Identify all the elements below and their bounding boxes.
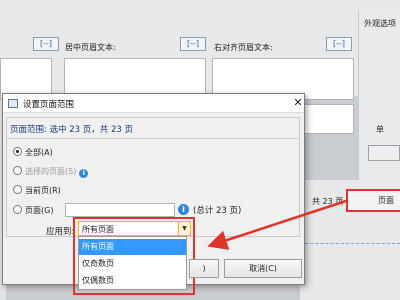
dialog-window-icon (8, 99, 18, 108)
pages-count-text: 共 23 页 (312, 197, 344, 206)
radio-button[interactable] (13, 147, 22, 156)
radio-selected-label: 选择的页面(S) (25, 167, 77, 176)
center-format-button[interactable]: [--] (180, 37, 206, 51)
radio-current-label: 当前页(R) (25, 186, 61, 195)
radio-pages-label: 页面(G) (25, 206, 54, 215)
right-header-label: 右对齐页眉文本: (214, 43, 273, 52)
right-format-button[interactable]: [--] (326, 37, 352, 51)
dashed-divider (300, 243, 400, 244)
dialog-title: 设置页面范围 (23, 100, 75, 110)
apply-to-label: 应用到: (46, 227, 75, 237)
pages-input[interactable] (65, 203, 175, 217)
ok-button[interactable]: ) (189, 259, 219, 278)
radio-button[interactable] (13, 205, 22, 214)
center-header-label: 居中页眉文本: (65, 43, 116, 52)
radio-pages[interactable]: 页面(G) (13, 205, 53, 216)
info-icon: i (79, 169, 89, 178)
radio-selected-pages: 选择的页面(S) i (13, 166, 89, 178)
radio-button (13, 166, 22, 175)
appearance-title: 外观选项 (364, 19, 396, 28)
page-range-summary: 页面范围: 选中 23 页，共 23 页 (10, 125, 134, 135)
appearance-label: 单 (376, 125, 384, 134)
info-icon: i (178, 204, 189, 215)
dialog-titlebar: 设置页面范围 ✕ (3, 94, 304, 113)
total-pages-text: (总计 23 页) (193, 206, 242, 216)
left-format-button[interactable]: [--] (33, 37, 59, 51)
cancel-button[interactable]: 取消(C) (224, 259, 302, 278)
radio-all-label: 全部(A) (25, 148, 53, 157)
appearance-button[interactable] (368, 145, 400, 161)
close-icon[interactable]: ✕ (292, 96, 304, 110)
group-divider (6, 138, 300, 139)
radio-current-page[interactable]: 当前页(R) (13, 185, 61, 196)
page-range-button[interactable]: 页面 (346, 189, 400, 212)
highlight-box (73, 217, 195, 295)
radio-all[interactable]: 全部(A) (13, 147, 53, 158)
radio-button[interactable] (13, 185, 22, 194)
